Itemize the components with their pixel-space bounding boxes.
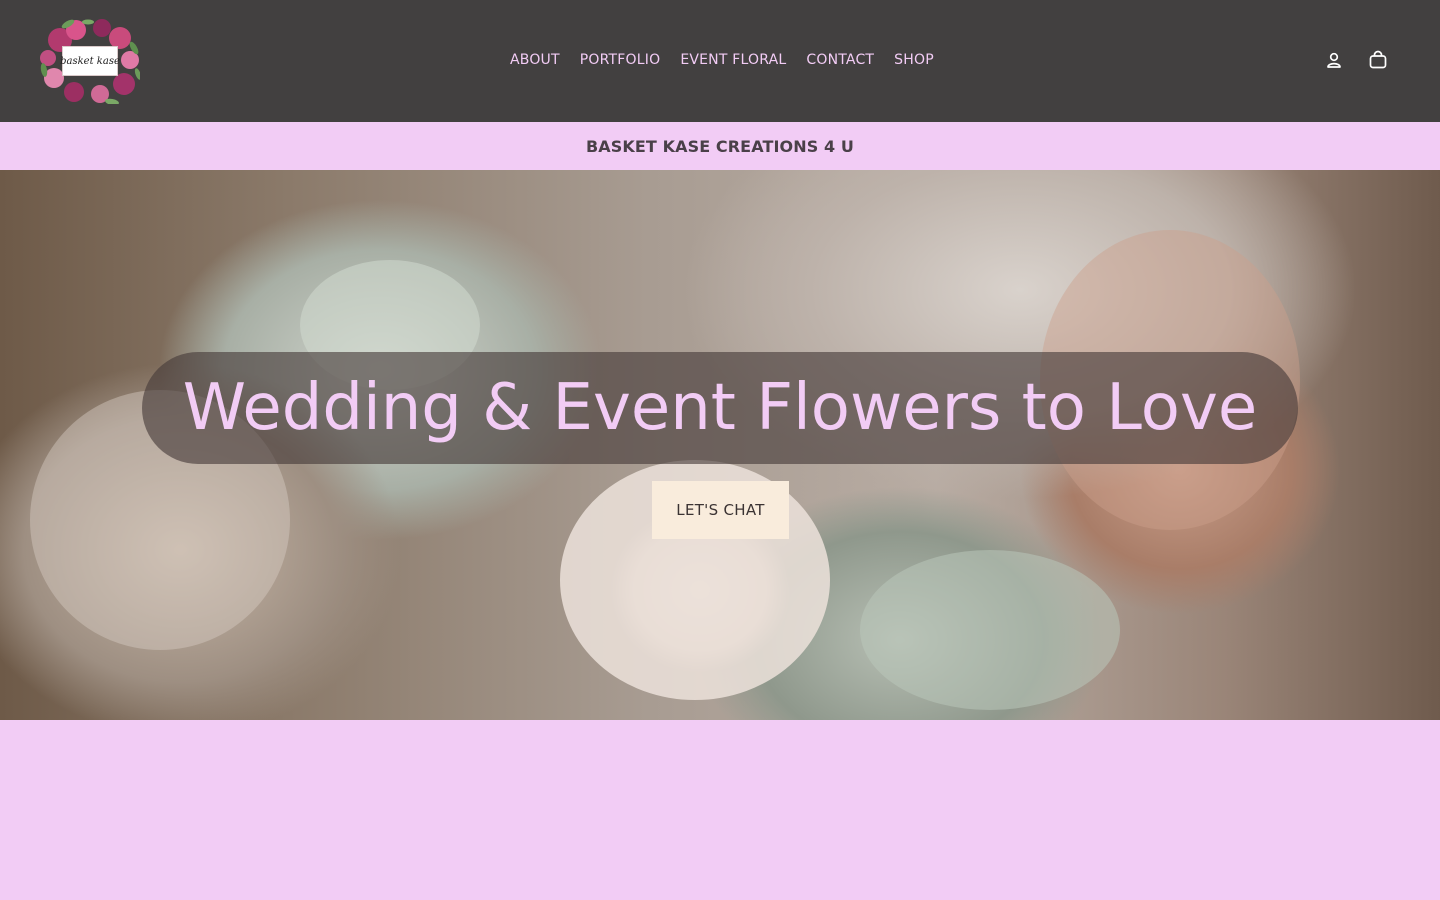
- announcement-bar: BASKET KASE CREATIONS 4 U: [0, 122, 1440, 170]
- hero-banner: Wedding & Event Flowers to Love LET'S CH…: [0, 170, 1440, 720]
- nav-portfolio[interactable]: PORTFOLIO: [580, 50, 661, 70]
- main-nav: ABOUT PORTFOLIO EVENT FLORAL CONTACT SHO…: [510, 50, 934, 70]
- lets-chat-label: LET'S CHAT: [676, 501, 765, 519]
- hero-leaves-shape: [860, 550, 1120, 710]
- announcement-text: BASKET KASE CREATIONS 4 U: [586, 136, 854, 156]
- hero-headline: Wedding & Event Flowers to Love: [182, 371, 1258, 445]
- below-hero-section: [0, 720, 1440, 900]
- nav-shop[interactable]: SHOP: [894, 50, 934, 70]
- nav-contact[interactable]: CONTACT: [806, 50, 874, 70]
- nav-event-floral[interactable]: EVENT FLORAL: [680, 50, 786, 70]
- cart-button[interactable]: [1368, 50, 1388, 70]
- logo-link[interactable]: basket kase: [40, 18, 142, 106]
- hero-headline-container: Wedding & Event Flowers to Love: [142, 352, 1298, 464]
- site-header: basket kase ABOUT PORTFOLIO EVENT FLORAL…: [0, 0, 1440, 122]
- lets-chat-button[interactable]: LET'S CHAT: [652, 481, 789, 539]
- account-icon: [1327, 52, 1341, 68]
- cart-icon: [1369, 50, 1387, 69]
- nav-about[interactable]: ABOUT: [510, 50, 560, 70]
- logo-text: basket kase: [60, 55, 120, 67]
- account-button[interactable]: [1324, 50, 1344, 70]
- logo-card: basket kase: [60, 46, 120, 76]
